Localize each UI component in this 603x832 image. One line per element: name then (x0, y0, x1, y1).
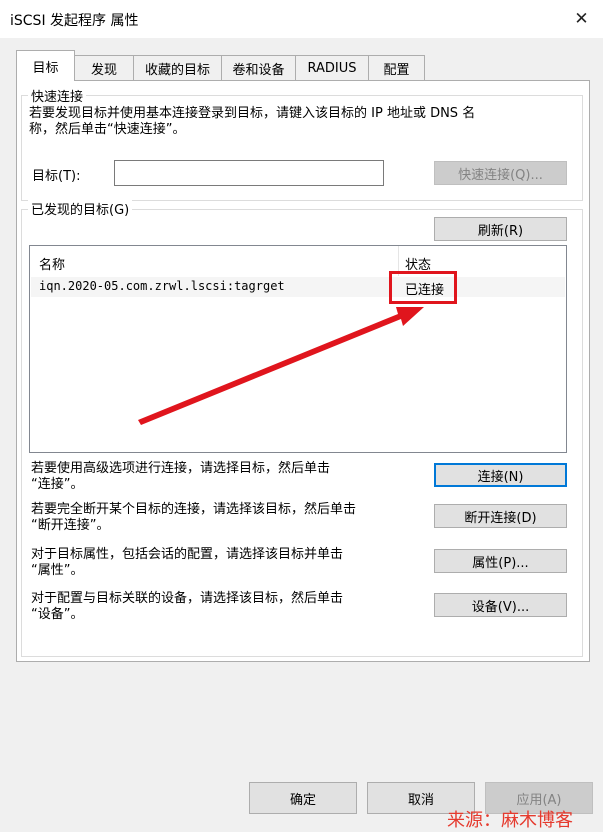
tab-targets[interactable]: 目标 (16, 50, 75, 81)
watermark: 来源：麻木博客 (447, 810, 573, 831)
refresh-button-label: 刷新(R) (477, 223, 524, 239)
target-label: 目标(T): (32, 169, 81, 184)
properties-button[interactable]: 属性(P)... (434, 549, 567, 573)
tab-favorite-targets[interactable]: 收藏的目标 (133, 55, 222, 80)
column-header-name[interactable]: 名称 (39, 254, 65, 273)
tab-label: RADIUS (307, 60, 357, 76)
devices-button-label: 设备(V)... (471, 599, 530, 615)
connect-button-label: 连接(N) (477, 469, 524, 485)
tab-configuration[interactable]: 配置 (368, 55, 425, 80)
target-name-cell: iqn.2020-05.com.zrwl.lscsi:tagrget (39, 279, 285, 293)
refresh-button[interactable]: 刷新(R) (434, 217, 567, 241)
properties-description: 对于目标属性，包括会话的配置，请选择该目标并单击 “属性”。 (31, 547, 344, 578)
disconnect-description: 若要完全断开某个目标的连接，请选择该目标，然后单击 “断开连接”。 (31, 502, 357, 533)
disconnect-button[interactable]: 断开连接(D) (434, 504, 567, 528)
devices-button[interactable]: 设备(V)... (434, 593, 567, 617)
apply-button-label: 应用(A) (516, 792, 562, 808)
quick-connect-button[interactable]: 快速连接(Q)... (434, 161, 567, 185)
devices-description: 对于配置与目标关联的设备，请选择该目标，然后单击 “设备”。 (31, 591, 344, 622)
tab-label: 收藏的目标 (144, 62, 210, 78)
table-row[interactable]: iqn.2020-05.com.zrwl.lscsi:tagrget 已连接 (31, 277, 565, 298)
ok-button[interactable]: 确定 (249, 782, 357, 814)
ok-button-label: 确定 (289, 792, 316, 808)
quick-connect-description: 若要发现目标并使用基本连接登录到目标，请键入该目标的 IP 地址或 DNS 名 … (29, 106, 476, 137)
tab-radius[interactable]: RADIUS (295, 55, 369, 80)
tab-label: 目标 (32, 60, 59, 76)
cancel-button-label: 取消 (407, 792, 434, 808)
target-input[interactable] (114, 160, 384, 186)
tab-discovery[interactable]: 发现 (74, 55, 134, 80)
discovered-targets-legend: 已发现的目标(G) (28, 199, 133, 218)
window-title: iSCSI 发起程序 属性 (10, 13, 139, 29)
tab-label: 卷和设备 (232, 62, 285, 78)
status-highlight-box (389, 271, 457, 304)
connect-button[interactable]: 连接(N) (434, 463, 567, 487)
quick-connect-legend: 快速连接 (28, 86, 87, 105)
tab-volumes-devices[interactable]: 卷和设备 (221, 55, 296, 80)
targets-tab-panel: 快速连接 若要发现目标并使用基本连接登录到目标，请键入该目标的 IP 地址或 D… (16, 80, 590, 662)
targets-list[interactable]: 名称 状态 iqn.2020-05.com.zrwl.lscsi:tagrget… (29, 245, 567, 453)
tab-label: 发现 (90, 62, 117, 78)
tab-label: 配置 (383, 62, 410, 78)
title-bar: iSCSI 发起程序 属性 ✕ (0, 0, 603, 38)
close-icon: ✕ (574, 9, 589, 29)
quick-connect-button-label: 快速连接(Q)... (458, 167, 543, 183)
properties-button-label: 属性(P)... (472, 555, 529, 571)
connect-description: 若要使用高级选项进行连接，请选择目标，然后单击 “连接”。 (31, 461, 331, 492)
close-button[interactable]: ✕ (560, 0, 603, 38)
disconnect-button-label: 断开连接(D) (464, 510, 537, 526)
